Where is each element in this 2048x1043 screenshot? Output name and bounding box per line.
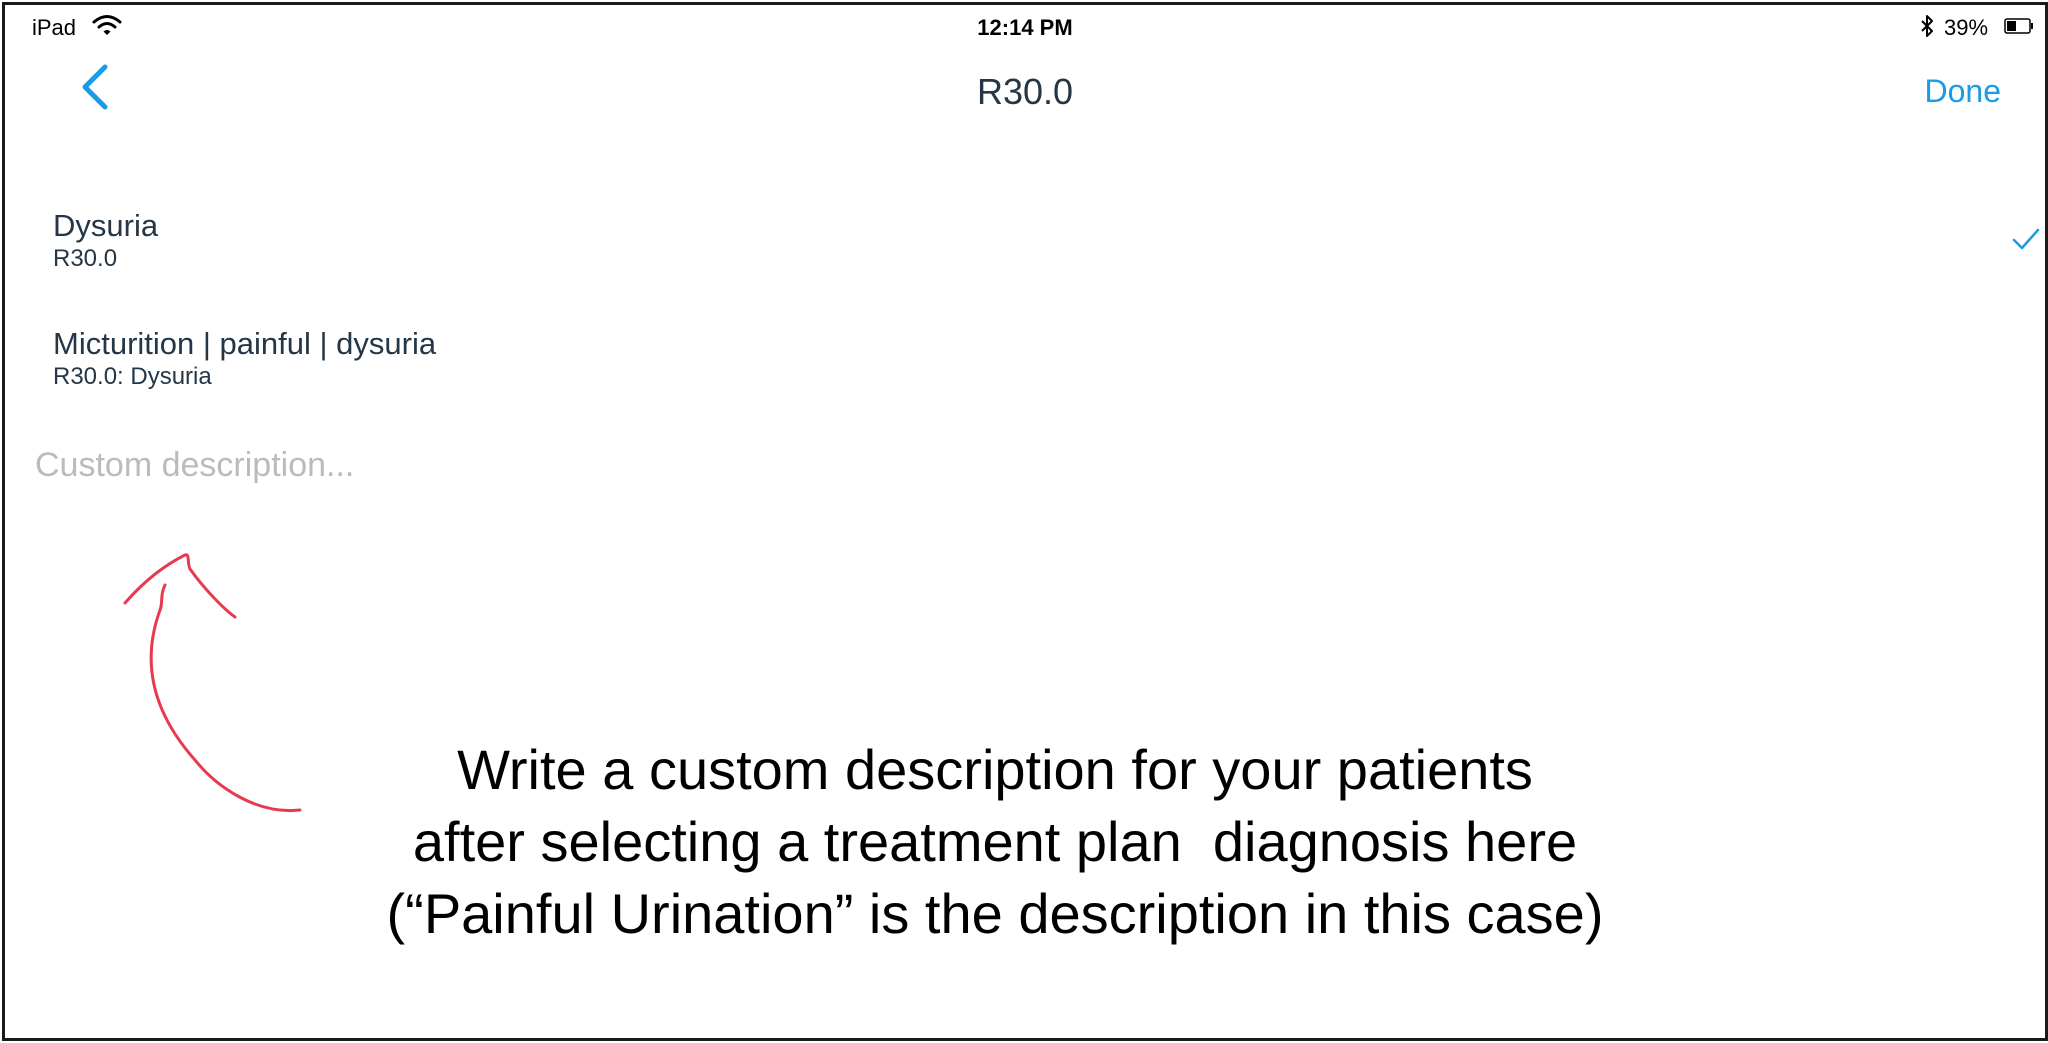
annotation-line: Write a custom description for your pati… bbox=[457, 738, 1533, 801]
row-subtitle: R30.0: Dysuria bbox=[53, 363, 212, 390]
row-title: Micturition | painful | dysuria bbox=[53, 326, 437, 361]
annotation-text: Write a custom description for your pati… bbox=[285, 734, 1705, 950]
status-bar: iPad 12:14 PM 39% bbox=[5, 5, 2045, 45]
diagnosis-row-dysuria[interactable]: Dysuria R30.0 bbox=[53, 208, 2045, 288]
annotation-line: (“Painful Urination” is the description … bbox=[386, 882, 1604, 945]
battery-percentage: 39% bbox=[1944, 15, 1989, 40]
page-title: R30.0 bbox=[976, 71, 1074, 112]
row-title: Dysuria bbox=[53, 208, 159, 243]
done-button[interactable]: Done bbox=[1925, 73, 2002, 110]
bluetooth-icon bbox=[1921, 15, 1933, 37]
app-screen: iPad 12:14 PM 39% R30.0 Done Dysuria R30… bbox=[2, 2, 2048, 1041]
custom-description-input[interactable] bbox=[35, 443, 935, 487]
annotation-line: after selecting a treatment plan diagnos… bbox=[412, 810, 1578, 873]
checkmark-icon bbox=[2012, 228, 2040, 250]
row-subtitle: R30.0 bbox=[53, 245, 118, 272]
battery-icon bbox=[2004, 18, 2033, 34]
status-time: 12:14 PM bbox=[977, 15, 1073, 40]
diagnosis-row-micturition[interactable]: Micturition | painful | dysuria R30.0: D… bbox=[53, 326, 2045, 406]
